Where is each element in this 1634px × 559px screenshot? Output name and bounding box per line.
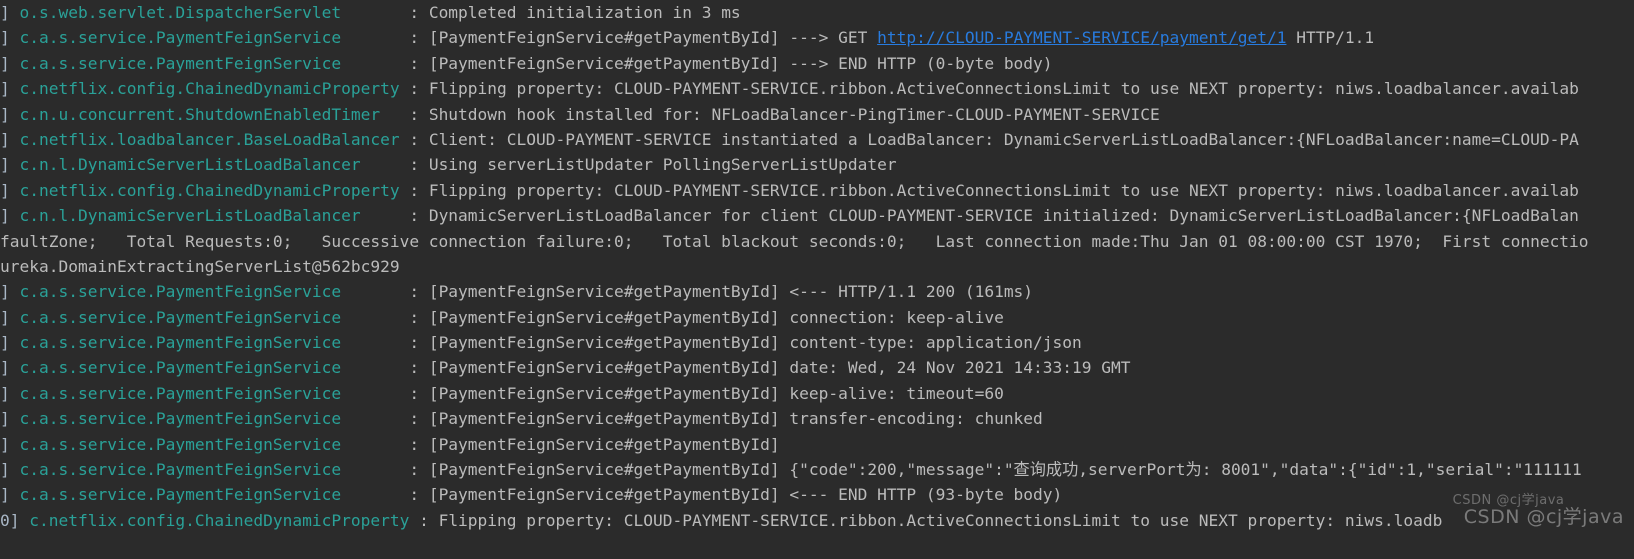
log-message-text: : DynamicServerListLoadBalancer for clie… bbox=[409, 206, 1579, 226]
log-logger-name: c.a.s.service.PaymentFeignService bbox=[9, 333, 410, 353]
log-line: ] c.n.l.DynamicServerListLoadBalancer : … bbox=[0, 152, 1634, 177]
log-logger-name: o.s.web.servlet.DispatcherServlet bbox=[9, 3, 410, 22]
log-line: ] c.n.l.DynamicServerListLoadBalancer : … bbox=[0, 203, 1634, 228]
log-thread-marker: ] bbox=[0, 383, 10, 403]
log-line: 0] c.netflix.config.ChainedDynamicProper… bbox=[0, 508, 1634, 533]
log-line: ] c.a.s.service.PaymentFeignService : [P… bbox=[0, 330, 1634, 355]
log-logger-name: c.n.u.concurrent.ShutdownEnabledTimer bbox=[9, 104, 410, 124]
log-thread-marker: ] bbox=[0, 460, 10, 480]
log-logger-name: c.a.s.service.PaymentFeignService bbox=[9, 409, 410, 429]
log-logger-name: c.n.l.DynamicServerListLoadBalancer bbox=[9, 206, 410, 226]
log-message-text: : [PaymentFeignService#getPaymentById] -… bbox=[409, 28, 878, 48]
log-thread-marker: ] bbox=[0, 104, 10, 124]
log-logger-name: c.a.s.service.PaymentFeignService bbox=[9, 383, 410, 403]
log-message-text: : [PaymentFeignService#getPaymentById] c… bbox=[409, 333, 1082, 353]
log-line: ] c.netflix.config.ChainedDynamicPropert… bbox=[0, 178, 1634, 203]
log-line: ] c.a.s.service.PaymentFeignService : [P… bbox=[0, 381, 1634, 406]
log-url-link[interactable]: http://CLOUD-PAYMENT-SERVICE/payment/get… bbox=[877, 28, 1286, 47]
log-logger-name: c.a.s.service.PaymentFeignService bbox=[9, 485, 410, 505]
log-logger-name: c.a.s.service.PaymentFeignService bbox=[9, 282, 410, 302]
log-message-text: : Flipping property: CLOUD-PAYMENT-SERVI… bbox=[409, 180, 1579, 200]
log-thread-marker: ] bbox=[0, 434, 10, 454]
log-message-text: : [PaymentFeignService#getPaymentById] k… bbox=[409, 383, 1004, 403]
log-logger-name: c.n.l.DynamicServerListLoadBalancer bbox=[9, 155, 410, 175]
log-thread-marker: ] bbox=[0, 53, 10, 73]
log-continuation-text: faultZone; Total Requests:0; Successive … bbox=[0, 231, 1589, 251]
log-thread-marker: ] bbox=[0, 333, 10, 353]
log-line: ] c.netflix.loadbalancer.BaseLoadBalance… bbox=[0, 127, 1634, 152]
log-message-text: : [PaymentFeignService#getPaymentById] bbox=[409, 434, 780, 454]
log-thread-marker: ] bbox=[0, 206, 10, 226]
log-logger-name: c.a.s.service.PaymentFeignService bbox=[9, 307, 410, 327]
log-logger-name: c.a.s.service.PaymentFeignService bbox=[9, 434, 410, 454]
log-message-tail: HTTP/1.1 bbox=[1286, 28, 1375, 48]
log-logger-name: c.netflix.loadbalancer.BaseLoadBalancer bbox=[9, 129, 410, 149]
log-line: ] o.s.web.servlet.DispatcherServlet : Co… bbox=[0, 0, 1634, 25]
log-thread-marker: ] bbox=[0, 155, 10, 175]
log-line: ] c.a.s.service.PaymentFeignService : [P… bbox=[0, 355, 1634, 380]
log-message-text: : [PaymentFeignService#getPaymentById] d… bbox=[409, 358, 1131, 378]
log-message-text: : [PaymentFeignService#getPaymentById] {… bbox=[409, 460, 1582, 480]
log-logger-name: c.a.s.service.PaymentFeignService bbox=[9, 28, 410, 48]
log-thread-marker: ] bbox=[0, 129, 10, 149]
log-continuation-text: ureka.DomainExtractingServerList@562bc92… bbox=[0, 256, 400, 276]
log-message-text: : Using serverListUpdater PollingServerL… bbox=[409, 155, 897, 175]
log-line: ] c.a.s.service.PaymentFeignService : [P… bbox=[0, 51, 1634, 76]
log-logger-name: c.a.s.service.PaymentFeignService bbox=[9, 358, 410, 378]
log-message-text: : [PaymentFeignService#getPaymentById] -… bbox=[409, 53, 1053, 73]
log-logger-name: c.a.s.service.PaymentFeignService bbox=[9, 460, 410, 480]
log-message-text: : Completed initialization in 3 ms bbox=[409, 3, 741, 22]
log-thread-marker: ] bbox=[0, 307, 10, 327]
log-message-text: : [PaymentFeignService#getPaymentById] t… bbox=[409, 409, 1043, 429]
log-line: ] c.a.s.service.PaymentFeignService : [P… bbox=[0, 279, 1634, 304]
log-message-text: : Flipping property: CLOUD-PAYMENT-SERVI… bbox=[419, 510, 1443, 530]
log-message-text: : [PaymentFeignService#getPaymentById] c… bbox=[409, 307, 1004, 327]
log-logger-name: c.netflix.config.ChainedDynamicProperty bbox=[9, 79, 410, 99]
log-thread-marker: ] bbox=[0, 79, 10, 99]
log-thread-marker: 0] bbox=[0, 510, 20, 530]
log-line: ] c.n.u.concurrent.ShutdownEnabledTimer … bbox=[0, 102, 1634, 127]
log-message-text: : [PaymentFeignService#getPaymentById] <… bbox=[409, 485, 1063, 505]
console-log-panel[interactable]: ] o.s.web.servlet.DispatcherServlet : Co… bbox=[0, 0, 1634, 559]
log-line: ] c.a.s.service.PaymentFeignService : [P… bbox=[0, 432, 1634, 457]
log-line: ] c.a.s.service.PaymentFeignService : [P… bbox=[0, 25, 1634, 50]
log-line: ] c.a.s.service.PaymentFeignService : [P… bbox=[0, 457, 1634, 482]
log-line: ] c.netflix.config.ChainedDynamicPropert… bbox=[0, 76, 1634, 101]
log-thread-marker: ] bbox=[0, 282, 10, 302]
log-thread-marker: ] bbox=[0, 409, 10, 429]
log-message-text: : Flipping property: CLOUD-PAYMENT-SERVI… bbox=[409, 79, 1579, 99]
log-line: ] c.a.s.service.PaymentFeignService : [P… bbox=[0, 406, 1634, 431]
log-logger-name: c.netflix.config.ChainedDynamicProperty bbox=[9, 180, 410, 200]
log-logger-name: c.netflix.config.ChainedDynamicProperty bbox=[19, 510, 420, 530]
log-message-text: : [PaymentFeignService#getPaymentById] <… bbox=[409, 282, 1034, 302]
log-line: ] c.a.s.service.PaymentFeignService : [P… bbox=[0, 482, 1634, 507]
log-thread-marker: ] bbox=[0, 358, 10, 378]
log-message-text: : Client: CLOUD-PAYMENT-SERVICE instanti… bbox=[409, 129, 1579, 149]
log-line: ] c.a.s.service.PaymentFeignService : [P… bbox=[0, 305, 1634, 330]
log-thread-marker: ] bbox=[0, 28, 10, 48]
log-thread-marker: ] bbox=[0, 180, 10, 200]
log-line: ureka.DomainExtractingServerList@562bc92… bbox=[0, 254, 1634, 279]
log-line: faultZone; Total Requests:0; Successive … bbox=[0, 229, 1634, 254]
log-thread-marker: ] bbox=[0, 485, 10, 505]
log-logger-name: c.a.s.service.PaymentFeignService bbox=[9, 53, 410, 73]
log-message-text: : Shutdown hook installed for: NFLoadBal… bbox=[409, 104, 1160, 124]
log-thread-marker: ] bbox=[0, 3, 10, 22]
